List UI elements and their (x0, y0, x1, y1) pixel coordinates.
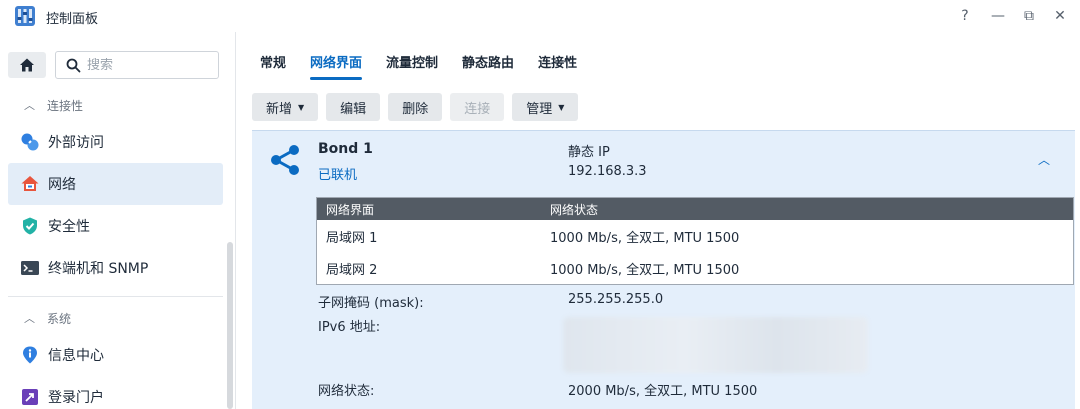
tab-connectivity[interactable]: 连接性 (538, 52, 577, 80)
table-cell: 局域网 1 (326, 230, 378, 246)
sidebar-item-label: 终端机和 SNMP (48, 261, 149, 277)
net-status-label: 网络状态: (318, 384, 375, 399)
home-icon (20, 58, 34, 72)
sidebar-divider (8, 296, 223, 297)
delete-button[interactable]: 删除 (388, 93, 443, 121)
sidebar-item-label: 安全性 (48, 219, 90, 235)
sidebar-item-external-access[interactable]: 外部访问 (8, 121, 223, 163)
sidebar-item-label: 外部访问 (48, 135, 104, 151)
net-status-value: 2000 Mb/s, 全双工, MTU 1500 (568, 384, 758, 399)
ip-type: 静态 IP (568, 145, 610, 160)
sidebar-item-info-center[interactable]: 信息中心 (8, 334, 223, 376)
column-header[interactable]: 网络界面 (317, 201, 541, 218)
sidebar: ︿ 连接性 外部访问 网络 安全性 (0, 32, 236, 409)
ipv6-redacted-value (563, 317, 868, 373)
table-header: 网络界面 网络状态 (317, 198, 1073, 220)
mask-value: 255.255.255.0 (568, 292, 664, 307)
create-button[interactable]: 新增 ▼ (252, 93, 319, 121)
ip-address: 192.168.3.3 (568, 164, 647, 179)
mask-label: 子网掩码 (mask): (318, 296, 424, 311)
caret-down-icon: ▼ (298, 102, 305, 112)
connect-button[interactable]: 连接 (450, 93, 505, 121)
manage-label: 管理 (526, 101, 553, 117)
section-label: 连接性 (47, 98, 84, 113)
table-cell: 1000 Mb/s, 全双工, MTU 1500 (550, 262, 740, 278)
section-label: 系统 (47, 311, 72, 326)
sidebar-item-security[interactable]: 安全性 (8, 205, 223, 247)
section-connectivity[interactable]: ︿ 连接性 (0, 93, 224, 117)
bond-share-icon (271, 145, 299, 175)
table-row[interactable]: 局域网 2 1000 Mb/s, 全双工, MTU 1500 (317, 252, 1073, 284)
help-button[interactable]: ? (955, 6, 975, 26)
tab-static-route[interactable]: 静态路由 (462, 52, 514, 80)
bond-name: Bond 1 (318, 141, 373, 157)
info-icon (20, 345, 40, 365)
login-portal-icon (20, 387, 40, 407)
search-field[interactable] (55, 51, 219, 79)
chevron-up-icon[interactable]: ︿ (1038, 151, 1050, 168)
external-access-icon (20, 132, 40, 152)
table-row[interactable]: 局域网 1 1000 Mb/s, 全双工, MTU 1500 (317, 220, 1073, 252)
search-icon (66, 58, 81, 72)
sidebar-item-login-portal[interactable]: 登录门户 (8, 376, 223, 409)
sidebar-item-label: 登录门户 (48, 390, 104, 406)
sidebar-item-label: 网络 (48, 177, 76, 193)
table-cell: 局域网 2 (326, 262, 378, 278)
title-bar: 控制面板 ? — ⧉ ✕ (0, 0, 1080, 32)
network-home-icon (20, 174, 40, 194)
shield-icon (20, 216, 40, 236)
toolbar: 新增 ▼ 编辑 删除 连接 管理 ▼ (252, 93, 586, 121)
bond-status: 已联机 (318, 168, 358, 183)
table-cell: 1000 Mb/s, 全双工, MTU 1500 (550, 230, 740, 246)
column-header[interactable]: 网络状态 (541, 201, 1073, 218)
search-input[interactable] (87, 57, 187, 73)
sidebar-item-label: 信息中心 (48, 348, 104, 364)
caret-down-icon: ▼ (558, 102, 565, 112)
tab-traffic-control[interactable]: 流量控制 (386, 52, 438, 80)
sidebar-scrollbar[interactable] (227, 242, 233, 409)
sidebar-item-network[interactable]: 网络 (8, 163, 223, 205)
edit-button[interactable]: 编辑 (326, 93, 381, 121)
restore-button[interactable]: ⧉ (1019, 6, 1039, 26)
chevron-up-icon: ︿ (24, 312, 35, 325)
section-system[interactable]: ︿ 系统 (0, 306, 224, 330)
manage-button[interactable]: 管理 ▼ (512, 93, 579, 121)
sidebar-item-terminal-snmp[interactable]: 终端机和 SNMP (8, 247, 223, 289)
tab-network-interface[interactable]: 网络界面 (310, 52, 363, 80)
interface-table: 网络界面 网络状态 局域网 1 1000 Mb/s, 全双工, MTU 1500… (316, 197, 1074, 285)
close-button[interactable]: ✕ (1050, 6, 1070, 26)
bond-panel[interactable]: Bond 1 已联机 静态 IP 192.168.3.3 ︿ 网络界面 网络状态… (252, 130, 1075, 409)
window-title: 控制面板 (46, 12, 99, 27)
minimize-button[interactable]: — (988, 6, 1008, 26)
chevron-up-icon: ︿ (24, 99, 35, 112)
tab-general[interactable]: 常规 (260, 52, 286, 80)
ipv6-label: IPv6 地址: (318, 320, 381, 335)
create-label: 新增 (266, 101, 293, 117)
tab-bar: 常规 网络界面 流量控制 静态路由 连接性 (260, 52, 601, 80)
home-button[interactable] (8, 52, 46, 78)
terminal-icon (20, 258, 40, 278)
control-panel-icon (15, 6, 35, 26)
